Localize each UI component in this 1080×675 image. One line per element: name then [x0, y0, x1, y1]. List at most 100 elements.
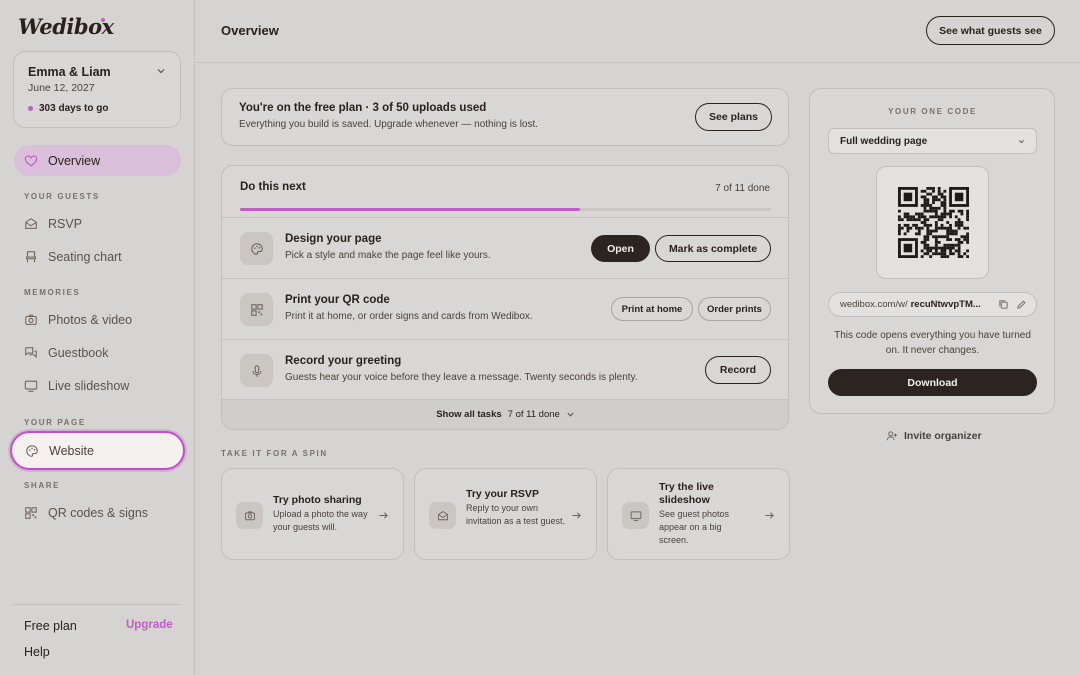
tasks-progress-fill — [240, 208, 580, 211]
tasks-card: Do this next 7 of 11 done Design your pa… — [221, 165, 789, 430]
select-value: Full wedding page — [840, 135, 928, 147]
countdown-text: 303 days to go — [39, 103, 109, 114]
monitor-icon — [24, 380, 38, 392]
invite-label: Invite organizer — [904, 430, 982, 442]
sidebar-item-label: Website — [49, 443, 94, 458]
monitor-icon — [630, 510, 641, 521]
task-icon — [240, 293, 273, 326]
mark-complete-button[interactable]: Mark as complete — [655, 235, 771, 262]
palette-icon — [26, 444, 38, 457]
chevron-down-icon — [157, 69, 165, 74]
try-live-slideshow-card[interactable]: Try the live slideshow See guest photos … — [607, 468, 790, 560]
spin-card-description: Reply to your own invitation as a test g… — [466, 503, 566, 526]
envelope-icon — [25, 217, 37, 229]
sidebar-divider — [13, 604, 181, 605]
preview-guests-button[interactable]: See what guests see — [926, 16, 1055, 45]
show-all-count: 7 of 11 done — [507, 409, 560, 420]
chair-icon — [26, 250, 36, 262]
open-design-button[interactable]: Open — [591, 235, 650, 262]
see-plans-button[interactable]: See plans — [695, 103, 772, 131]
spin-icon — [622, 502, 649, 529]
wedding-date: June 12, 2027 — [28, 82, 95, 94]
task-icon — [240, 354, 273, 387]
task-title: Record your greeting — [285, 355, 402, 367]
one-code-panel: YOUR ONE CODE Full wedding page wedibox.… — [809, 88, 1055, 414]
sidebar-item-rsvp[interactable]: RSVP — [14, 208, 181, 239]
spin-icon — [236, 502, 263, 529]
camera-icon — [244, 510, 255, 520]
section-label-page: YOUR PAGE — [24, 418, 86, 427]
sidebar-item-label: QR codes & signs — [48, 505, 149, 520]
chat-bubbles-icon — [25, 346, 37, 358]
plan-banner: You're on the free plan · 3 of 50 upload… — [221, 88, 789, 146]
code-url-field[interactable]: wedibox.com/w/ recuNtwvpTM... — [828, 292, 1037, 317]
show-all-label: Show all tasks — [436, 409, 502, 420]
logo-dot — [101, 18, 105, 22]
task-description: Pick a style and make the page feel like… — [285, 250, 491, 261]
sidebar: Wedibox Emma & Liam June 12, 2027 303 da… — [0, 0, 195, 675]
one-code-label: YOUR ONE CODE — [888, 107, 977, 116]
sidebar-item-slideshow[interactable]: Live slideshow — [14, 370, 181, 401]
task-row: Print your QR code Print it at home, or … — [222, 278, 788, 339]
order-prints-button[interactable]: Order prints — [698, 297, 771, 321]
try-photo-sharing-card[interactable]: Try photo sharing Upload a photo the way… — [221, 468, 404, 560]
sidebar-item-photos[interactable]: Photos & video — [14, 304, 181, 335]
spin-card-title: Try your RSVP — [466, 488, 539, 500]
record-button[interactable]: Record — [705, 356, 771, 384]
tasks-progress-bar — [240, 208, 771, 211]
spin-card-title: Try photo sharing — [273, 494, 362, 506]
section-label-guests: YOUR GUESTS — [24, 192, 100, 201]
url-prefix: wedibox.com/w/ — [840, 299, 908, 310]
plan-banner-title: You're on the free plan · 3 of 50 upload… — [239, 102, 487, 114]
camera-icon — [25, 314, 37, 325]
couple-name: Emma & Liam — [28, 65, 111, 79]
qr-code-image — [898, 187, 969, 258]
page-title: Overview — [221, 23, 279, 38]
sidebar-item-qr[interactable]: QR codes & signs — [14, 497, 181, 528]
task-description: Print it at home, or order signs and car… — [285, 311, 533, 322]
sidebar-item-guestbook[interactable]: Guestbook — [14, 337, 181, 368]
print-at-home-button[interactable]: Print at home — [611, 297, 693, 321]
app-logo[interactable]: Wedibox — [18, 14, 114, 39]
sidebar-item-label: Seating chart — [48, 249, 122, 264]
download-button[interactable]: Download — [828, 369, 1037, 396]
task-icon — [240, 232, 273, 265]
sidebar-item-label: Live slideshow — [48, 378, 130, 393]
copy-icon[interactable] — [998, 299, 1009, 310]
try-rsvp-card[interactable]: Try your RSVP Reply to your own invitati… — [414, 468, 597, 560]
code-target-select[interactable]: Full wedding page — [828, 128, 1037, 154]
edit-pencil-icon[interactable] — [1016, 299, 1027, 310]
show-all-tasks-button[interactable]: Show all tasks 7 of 11 done — [222, 399, 788, 429]
heart-icon — [24, 154, 38, 167]
task-row: Design your page Pick a style and make t… — [222, 217, 788, 278]
sidebar-item-seating[interactable]: Seating chart — [14, 241, 181, 272]
sidebar-item-website[interactable]: Website — [10, 431, 185, 470]
couple-switcher[interactable]: Emma & Liam June 12, 2027 303 days to go — [13, 51, 181, 128]
arrow-right-icon — [379, 512, 388, 519]
envelope-icon — [437, 510, 448, 520]
section-label-memories: MEMORIES — [24, 288, 81, 297]
qr-code-preview — [876, 166, 989, 279]
sidebar-item-label: Overview — [48, 153, 101, 168]
palette-icon — [250, 242, 263, 255]
upgrade-link[interactable]: Upgrade — [126, 619, 173, 631]
help-link[interactable]: Help — [24, 645, 50, 659]
qr-code-icon — [250, 303, 263, 316]
tasks-heading: Do this next — [240, 181, 306, 193]
countdown-dot — [28, 106, 33, 111]
sidebar-item-overview[interactable]: Overview — [14, 145, 181, 176]
url-tools — [998, 299, 1027, 310]
task-title: Print your QR code — [285, 294, 390, 306]
sidebar-item-label: Photos & video — [48, 312, 133, 327]
invite-organizer-button[interactable]: Invite organizer — [886, 430, 982, 442]
code-note: This code opens everything you have turn… — [834, 330, 1031, 356]
chevron-down-icon — [567, 412, 574, 417]
spin-card-description: See guest photos appear on a big screen. — [659, 509, 730, 545]
task-description: Guests hear your voice before they leave… — [285, 372, 638, 383]
add-person-icon — [886, 431, 898, 441]
spin-card-title: Try the live slideshow — [659, 481, 714, 506]
microphone-icon — [252, 364, 261, 377]
qr-code-icon — [25, 506, 37, 519]
sidebar-item-label: RSVP — [48, 216, 83, 231]
tasks-count: 7 of 11 done — [715, 183, 770, 194]
